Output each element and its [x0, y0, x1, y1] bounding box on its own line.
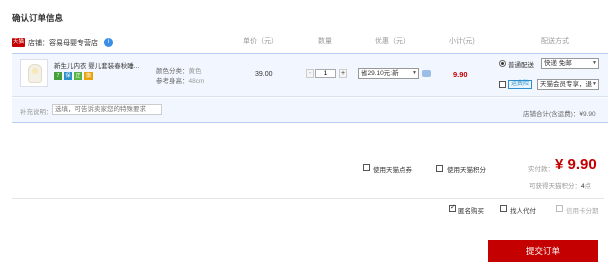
- chevron-down-icon: ▼: [592, 60, 597, 66]
- tmall-coupon-label[interactable]: 使用天猫点券: [373, 164, 412, 174]
- shop-total-value: ¥9.90: [579, 111, 596, 118]
- points-gain-unit: 点: [584, 183, 592, 190]
- normal-delivery-label[interactable]: 普通配送: [508, 59, 534, 69]
- discount-selected-value: 省29.10元:新: [361, 70, 399, 77]
- shop-label-text: 店铺：: [28, 40, 49, 47]
- delivery-method-select[interactable]: 快递 免邮 ▼: [541, 58, 599, 69]
- height-label: 参考身高：: [156, 78, 189, 85]
- remark-input[interactable]: [52, 104, 162, 115]
- baby-clothes-image: [28, 64, 42, 83]
- column-subtotal: 小计(元): [449, 38, 475, 45]
- item-title-link[interactable]: 新生儿内衣 婴儿套装春秋睡...: [54, 60, 139, 70]
- delivery-selected-value: 快递 免邮: [544, 60, 572, 67]
- shop-name-link[interactable]: 容易母婴专营店: [49, 40, 98, 47]
- shop-total: 店铺合计(含运费)：¥9.90: [523, 108, 596, 118]
- tmall-points-label[interactable]: 使用天猫积分: [447, 164, 486, 174]
- quantity-input[interactable]: [315, 69, 336, 78]
- page-title: 确认订单信息: [12, 13, 64, 23]
- tmall-badge: 天猫: [12, 38, 25, 47]
- guarantee-icon[interactable]: 保: [64, 72, 72, 80]
- discount-select[interactable]: 省29.10元:新 ▼: [358, 68, 419, 79]
- color-label: 颜色分类：: [156, 68, 189, 75]
- chevron-down-icon: ▼: [412, 70, 417, 76]
- paid-label: 实付款：: [528, 166, 554, 173]
- color-value: 黄色: [188, 68, 202, 75]
- shop-total-label: 店铺合计(含运费)：: [523, 111, 580, 118]
- insurance-selected-value: 天猫会员专享，退: [540, 81, 592, 88]
- info-icon[interactable]: i: [104, 38, 113, 47]
- anonymous-purchase-checkbox[interactable]: [449, 203, 456, 212]
- item-color-attr: 颜色分类：黄色: [156, 65, 202, 75]
- column-quantity: 数量: [318, 38, 332, 45]
- quantity-increase-button[interactable]: +: [339, 69, 347, 78]
- item-thumbnail[interactable]: [20, 59, 48, 87]
- seven-day-return-icon[interactable]: 7: [54, 72, 62, 80]
- shop-label: 店铺：容易母婴专营店: [28, 38, 98, 48]
- anonymous-purchase-label[interactable]: 匿名购买: [458, 205, 484, 215]
- item-height-attr: 参考身高：48cm: [156, 75, 204, 85]
- column-unit-price: 单价（元）: [243, 38, 278, 45]
- column-discount: 优惠（元）: [375, 38, 410, 45]
- tmall-points-checkbox[interactable]: [436, 165, 443, 172]
- height-value: 48cm: [188, 78, 205, 85]
- credit-installment-checkbox[interactable]: [556, 205, 563, 212]
- unit-price: 39.00: [255, 71, 273, 78]
- flagship-icon[interactable]: 旗: [84, 72, 93, 80]
- divider: [12, 198, 604, 199]
- quantity-decrease-button[interactable]: -: [306, 69, 314, 78]
- proxy-pay-label[interactable]: 找人代付: [510, 205, 536, 215]
- column-headers: 单价（元） 数量 优惠（元） 小计(元) 配送方式: [12, 36, 604, 48]
- shipping-insurance-checkbox[interactable]: [499, 81, 506, 88]
- points-gain: 可获得天猫积分：4点: [529, 180, 591, 190]
- item-subtotal: 9.90: [453, 70, 468, 79]
- remark-label: 补充说明：: [20, 109, 53, 116]
- authentic-icon[interactable]: 正: [74, 72, 82, 80]
- chevron-down-icon: ▼: [592, 81, 597, 87]
- submit-order-button[interactable]: 提交订单: [488, 240, 598, 262]
- insurance-option-select[interactable]: 天猫会员专享，退 ▼: [537, 79, 599, 90]
- proxy-pay-checkbox[interactable]: [500, 205, 507, 212]
- chat-bubble-icon[interactable]: [422, 70, 431, 77]
- tmall-coupon-checkbox[interactable]: [363, 164, 370, 171]
- shipping-insurance-badge[interactable]: 运费险: [508, 80, 533, 89]
- item-service-badges: 7 保 正 旗: [54, 72, 93, 81]
- paid-amount: ¥ 9.90: [555, 156, 597, 173]
- normal-delivery-radio[interactable]: [499, 60, 506, 67]
- points-gain-label: 可获得天猫积分：: [529, 183, 581, 190]
- column-shipping: 配送方式: [541, 38, 569, 45]
- credit-installment-label[interactable]: 信用卡分期: [566, 205, 599, 215]
